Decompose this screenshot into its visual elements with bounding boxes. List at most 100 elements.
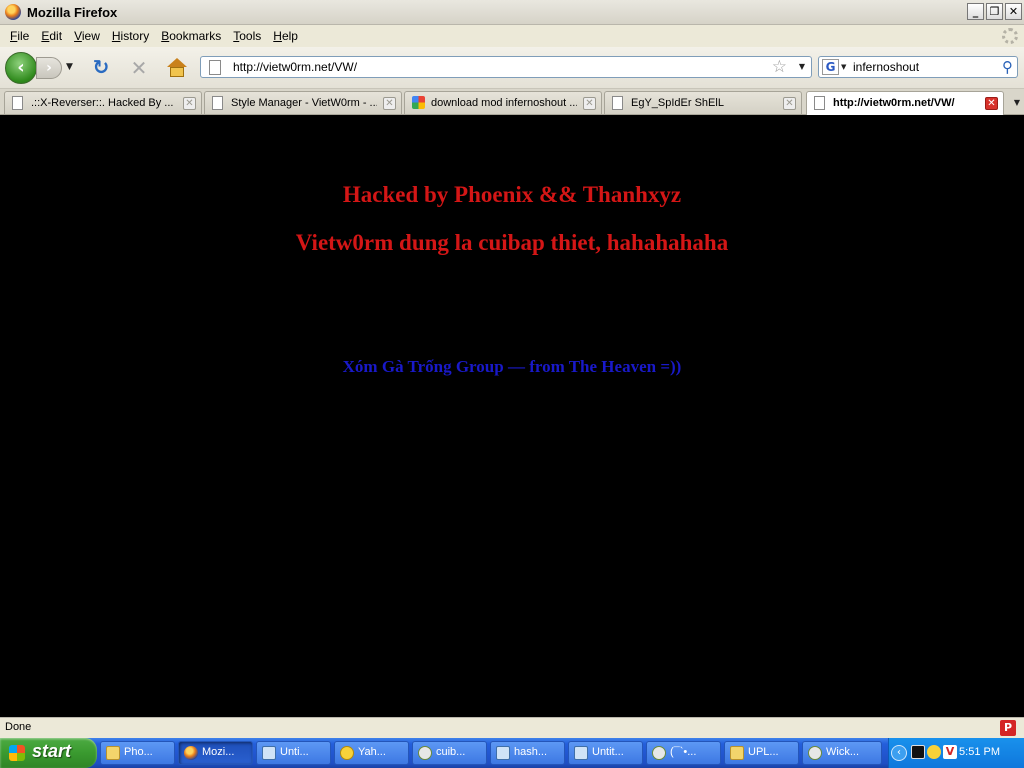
taskbar-item-mozilla[interactable]: Mozi... <box>178 741 253 765</box>
taskbar-item-label: Yah... <box>358 746 386 758</box>
page-icon <box>612 96 623 110</box>
window-title: Mozilla Firefox <box>27 4 118 20</box>
status-text: Done <box>5 721 32 733</box>
menu-bar: File Edit View History Bookmarks Tools H… <box>0 25 1024 47</box>
home-button[interactable] <box>166 57 188 79</box>
url-dropdown-icon[interactable]: ▼ <box>799 62 805 71</box>
close-tab-icon[interactable]: ✕ <box>783 97 796 110</box>
tab-label: .::X-Reverser::. Hacked By ... <box>31 97 174 109</box>
reload-icon: ↻ <box>92 55 110 79</box>
menu-edit[interactable]: Edit <box>35 29 68 43</box>
system-tray: ‹ V 5:51 PM <box>888 738 1024 768</box>
page-icon <box>814 96 825 110</box>
yahoo-messenger-icon <box>340 746 354 760</box>
menu-view[interactable]: View <box>68 29 106 43</box>
folder-icon <box>106 746 120 760</box>
history-dropdown-icon[interactable]: ▼ <box>66 62 73 72</box>
group-signature: Xóm Gà Trống Group — from The Heaven =)) <box>342 357 682 376</box>
close-tab-icon[interactable]: ✕ <box>183 97 196 110</box>
tab-label: http://vietw0rm.net/VW/ <box>833 97 955 109</box>
firefox-icon <box>184 746 198 760</box>
back-button[interactable]: ‹ <box>5 52 37 84</box>
show-hidden-icons-chevron-icon[interactable]: ‹ <box>891 745 907 761</box>
tab-egy-spider[interactable]: EgY_SpIdEr ShElL ✕ <box>604 91 802 114</box>
taskbar-item-cuib[interactable]: cuib... <box>412 741 487 765</box>
home-icon-body <box>170 67 184 77</box>
taskbar-item-wick[interactable]: Wick... <box>802 741 882 765</box>
taskbar-item-hash[interactable]: hash... <box>490 741 565 765</box>
menu-bookmarks[interactable]: Bookmarks <box>155 29 227 43</box>
activity-throbber-icon <box>1002 28 1018 44</box>
google-icon <box>412 96 425 109</box>
restore-button[interactable]: ❐ <box>986 3 1003 20</box>
back-arrow-icon: ‹ <box>17 57 25 78</box>
antivirus-tray-icon[interactable]: V <box>943 745 957 759</box>
reload-button[interactable]: ↻ <box>90 57 112 79</box>
search-engine-dropdown-icon[interactable]: ▼ <box>841 63 846 71</box>
taskbar-item-label: Wick... <box>826 746 859 758</box>
close-window-button[interactable]: ✕ <box>1005 3 1022 20</box>
url-input[interactable]: http://vietw0rm.net/VW/ <box>233 60 357 74</box>
tab-bar: .::X-Reverser::. Hacked By ... ✕ Style M… <box>0 89 1024 115</box>
tab-label: Style Manager - VietW0rm - ... <box>231 97 377 109</box>
yahoo-tray-icon[interactable] <box>927 745 941 759</box>
url-bar[interactable]: http://vietw0rm.net/VW/ ☆ ▼ <box>200 56 812 78</box>
page-content: Hacked by Phoenix && Thanhxyz Vietw0rm d… <box>0 116 1024 717</box>
taskbar-item-label: hash... <box>514 746 548 758</box>
taskbar-item-yahoo[interactable]: Yah... <box>334 741 409 765</box>
menu-file[interactable]: File <box>4 29 35 43</box>
chat-icon <box>652 746 666 760</box>
home-icon <box>167 58 187 67</box>
forward-button[interactable]: › <box>36 57 62 79</box>
taskbar-item-label: cuib... <box>436 746 466 758</box>
headline-message: Vietw0rm dung la cuibap thiet, hahahahah… <box>295 230 729 255</box>
taskbar-item-pho[interactable]: Pho... <box>100 741 175 765</box>
taskbar-item-label: Pho... <box>124 746 153 758</box>
menu-history[interactable]: History <box>106 29 155 43</box>
chat-icon <box>418 746 432 760</box>
taskbar-item-label: Mozi... <box>202 746 235 758</box>
taskbar-item-untitled-2[interactable]: Untit... <box>568 741 643 765</box>
tab-vietw0rm[interactable]: http://vietw0rm.net/VW/ ✕ <box>806 91 1004 115</box>
page-icon <box>209 60 221 75</box>
folder-icon <box>730 746 744 760</box>
notepad-icon <box>574 746 588 760</box>
stop-icon: ✕ <box>130 56 148 80</box>
close-tab-icon[interactable]: ✕ <box>383 97 396 110</box>
search-input[interactable]: infernoshout <box>853 60 919 74</box>
headline-hacked-by: Hacked by Phoenix && Thanhxyz <box>342 182 682 207</box>
status-bar: Done P <box>0 717 1024 738</box>
taskbar-item-label: UPL... <box>748 746 779 758</box>
menu-help[interactable]: Help <box>267 29 304 43</box>
taskbar-item-label: Unti... <box>280 746 309 758</box>
bookmark-star-icon[interactable]: ☆ <box>772 57 787 77</box>
forward-arrow-icon: › <box>46 60 52 76</box>
addon-status-icon[interactable]: P <box>1000 720 1016 736</box>
search-icon[interactable]: ⚲ <box>1002 58 1013 76</box>
tab-x-reverser[interactable]: .::X-Reverser::. Hacked By ... ✕ <box>4 91 202 114</box>
tab-list-dropdown-icon[interactable]: ▼ <box>1014 98 1020 107</box>
taskbar-item-chat[interactable]: (¯`•... <box>646 741 721 765</box>
tab-download-mod[interactable]: download mod infernoshout ... ✕ <box>404 91 602 114</box>
tab-style-manager[interactable]: Style Manager - VietW0rm - ... ✕ <box>204 91 402 114</box>
page-icon <box>12 96 23 110</box>
start-button[interactable]: start <box>0 738 97 768</box>
clock: 5:51 PM <box>959 746 1000 758</box>
taskbar: start Pho... Mozi... Unti... Yah... cuib… <box>0 738 1024 768</box>
taskbar-item-upl[interactable]: UPL... <box>724 741 799 765</box>
menu-tools[interactable]: Tools <box>227 29 267 43</box>
search-engine-icon[interactable]: G <box>822 59 839 75</box>
minimize-button[interactable]: _ <box>967 3 984 20</box>
tab-label: download mod infernoshout ... <box>431 97 577 109</box>
notepad-icon <box>262 746 276 760</box>
windows-logo-icon <box>9 745 25 761</box>
search-bar[interactable]: G ▼ infernoshout ⚲ <box>818 56 1018 78</box>
page-icon <box>212 96 223 110</box>
close-tab-icon[interactable]: ✕ <box>583 97 596 110</box>
stop-button[interactable]: ✕ <box>128 57 150 79</box>
window-title-bar[interactable]: Mozilla Firefox _ ❐ ✕ <box>0 0 1024 25</box>
close-tab-icon[interactable]: ✕ <box>985 97 998 110</box>
taskbar-item-untitled-1[interactable]: Unti... <box>256 741 331 765</box>
window-controls: _ ❐ ✕ <box>967 3 1022 20</box>
tray-app-icon[interactable] <box>911 745 925 759</box>
